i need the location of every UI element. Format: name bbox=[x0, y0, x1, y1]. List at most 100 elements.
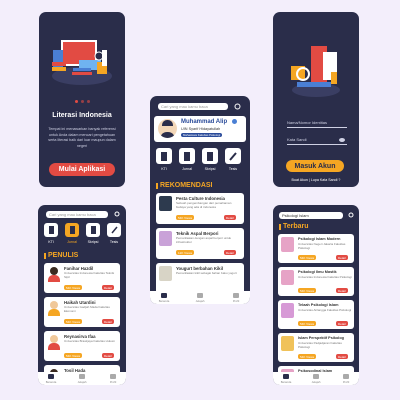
views-badge: 12K Views bbox=[176, 250, 195, 255]
home-icon bbox=[283, 374, 289, 379]
result-card[interactable]: Psikologi Islam Modern Universitas Neger… bbox=[278, 234, 354, 263]
category-kti-button[interactable] bbox=[44, 223, 58, 237]
pencil-icon bbox=[110, 226, 118, 234]
nav-profile[interactable]: Profil bbox=[103, 374, 123, 384]
onboarding-illustration bbox=[52, 40, 112, 85]
bottom-nav: Beranda Jelajah Profil bbox=[38, 372, 126, 385]
nav-explore[interactable]: Jelajah bbox=[306, 374, 326, 384]
home-icon bbox=[48, 374, 54, 379]
author-description: Universitas Indonesia Fakultas Teknik Si… bbox=[64, 271, 115, 279]
book-cover bbox=[159, 231, 172, 246]
card-description: Pemanfaatan dengan aspal berpori untuk i… bbox=[176, 236, 232, 244]
category-label: KTI bbox=[161, 167, 167, 171]
explore-icon bbox=[79, 374, 85, 379]
detail-button[interactable]: Detail bbox=[224, 250, 236, 255]
category-skripsi-button[interactable] bbox=[202, 148, 218, 164]
recommendation-card[interactable]: Yougurt berbahan Kikil Pemanfaatan kikil… bbox=[156, 263, 244, 294]
login-illustration bbox=[291, 46, 340, 97]
result-card[interactable]: Psikologi Ilmu Mastik Universitas Indone… bbox=[278, 267, 354, 296]
result-description: Universitas Padjadjaran Fakultas Psikolo… bbox=[298, 341, 342, 349]
detail-button[interactable]: Detail bbox=[102, 353, 114, 358]
settings-icon[interactable] bbox=[114, 211, 120, 217]
nav-home[interactable]: Beranda bbox=[154, 293, 174, 303]
settings-icon[interactable] bbox=[234, 103, 241, 110]
author-description: Universitas Brawijaya Fakultas Hukum bbox=[64, 339, 116, 343]
login-footer-links[interactable]: Buat Akun | Lupa Kata Sandi ? bbox=[273, 178, 359, 182]
authors-screen: Cari yang mau kamu baca KTI Jurnal Skrip… bbox=[38, 205, 126, 385]
recommendation-card[interactable]: Teknik Aspal Berpori Pemanfaatan dengan … bbox=[156, 228, 244, 259]
card-description: Pemanfaatan kikil sebagai bahan baku yog… bbox=[176, 271, 237, 275]
pager-dots bbox=[39, 100, 125, 103]
section-title: REKOMENDASI bbox=[156, 182, 213, 189]
result-card[interactable]: Telaah Psikologi Islam Universitas Airla… bbox=[278, 300, 354, 329]
author-card[interactable]: Haikah Utardini Universitas Gadjah Mada … bbox=[44, 297, 120, 327]
category-skripsi-button[interactable] bbox=[86, 223, 100, 237]
pager-dot[interactable] bbox=[86, 100, 90, 103]
result-title: Islam Perspektif Psikolog bbox=[298, 336, 345, 340]
category-tesis-button[interactable] bbox=[107, 223, 121, 237]
user-name: Muhammad Alip bbox=[181, 119, 228, 125]
pencil-icon bbox=[229, 151, 237, 161]
book-cover bbox=[281, 237, 294, 252]
author-card[interactable]: Reynasirva Ifaa Universitas Brawijaya Fa… bbox=[44, 331, 120, 361]
category-label: Jurnal bbox=[182, 167, 192, 171]
verified-icon bbox=[232, 119, 237, 124]
author-avatar bbox=[47, 266, 61, 282]
views-badge: 54K Views bbox=[64, 319, 83, 324]
profile-icon bbox=[110, 374, 116, 379]
journal-icon bbox=[69, 226, 75, 234]
result-card[interactable]: Islam Perspektif Psikolog Universitas Pa… bbox=[278, 333, 354, 362]
views-badge: 54K Views bbox=[176, 215, 195, 220]
nav-explore[interactable]: Jelajah bbox=[72, 374, 92, 384]
detail-button[interactable]: Detail bbox=[102, 285, 114, 290]
document-icon bbox=[48, 226, 54, 234]
category-jurnal-button[interactable] bbox=[65, 223, 79, 237]
book-icon bbox=[207, 151, 213, 161]
login-button[interactable]: Masuk Akun bbox=[286, 160, 344, 172]
search-input[interactable]: Psikologi Islam bbox=[279, 212, 343, 219]
search-input[interactable]: Cari yang mau kamu baca bbox=[158, 103, 228, 110]
category-tesis-button[interactable] bbox=[225, 148, 241, 164]
identity-input[interactable]: Nama/Nomor Identitas bbox=[287, 120, 347, 128]
settings-icon[interactable] bbox=[348, 212, 354, 218]
detail-button[interactable]: Detail bbox=[336, 288, 348, 293]
book-cover bbox=[281, 270, 294, 285]
profile-icon bbox=[233, 293, 239, 298]
author-card[interactable]: Fanihar Hazdil Universitas Indonesia Fak… bbox=[44, 263, 120, 293]
result-description: Universitas Negeri Jakarta Fakultas Psik… bbox=[298, 242, 346, 250]
password-input[interactable]: Kata Sandi bbox=[287, 137, 347, 145]
user-badge: Mahasiswa Fakultas Psikologi bbox=[181, 133, 223, 137]
result-title: Telaah Psikologi Islam bbox=[298, 303, 339, 307]
nav-home[interactable]: Beranda bbox=[276, 374, 296, 384]
profile-card[interactable]: Muhammad Alip UIN Syarif Hidayatullah Ma… bbox=[154, 116, 246, 142]
pager-dot[interactable] bbox=[74, 100, 78, 103]
eye-icon[interactable] bbox=[339, 138, 345, 142]
author-description: Universitas Gadjah Mada Fakultas Ekonomi bbox=[64, 305, 110, 313]
views-badge: 54K Views bbox=[298, 354, 317, 359]
section-title: Terbaru bbox=[279, 223, 309, 230]
detail-button[interactable]: Detail bbox=[102, 319, 114, 324]
search-results-screen: Psikologi Islam Terbaru Psikologi Islam … bbox=[273, 205, 359, 385]
home-icon bbox=[161, 293, 167, 298]
detail-button[interactable]: Detail bbox=[336, 321, 348, 326]
nav-profile[interactable]: Profil bbox=[226, 293, 246, 303]
start-app-button[interactable]: Mulai Aplikasi bbox=[49, 163, 115, 176]
nav-home[interactable]: Beranda bbox=[41, 374, 61, 384]
views-badge: 54K Views bbox=[298, 321, 317, 326]
category-kti-button[interactable] bbox=[156, 148, 172, 164]
detail-button[interactable]: Detail bbox=[336, 354, 348, 359]
bottom-nav: Beranda Jelajah Profil bbox=[150, 291, 250, 304]
views-badge: 54K Views bbox=[64, 285, 83, 290]
recommendation-card[interactable]: Pesta Culture Indonesia Sebuah pengemban… bbox=[156, 193, 244, 224]
detail-button[interactable]: Detail bbox=[224, 215, 236, 220]
nav-explore[interactable]: Jelajah bbox=[190, 293, 210, 303]
search-input[interactable]: Cari yang mau kamu baca bbox=[46, 211, 108, 218]
author-avatar bbox=[47, 300, 61, 316]
pager-dot[interactable] bbox=[80, 100, 84, 103]
detail-button[interactable]: Detail bbox=[336, 255, 348, 260]
nav-profile[interactable]: Profil bbox=[336, 374, 356, 384]
category-label: Skripsi bbox=[87, 240, 99, 244]
book-icon bbox=[90, 226, 96, 234]
category-jurnal-button[interactable] bbox=[179, 148, 195, 164]
profile-icon bbox=[343, 374, 349, 379]
